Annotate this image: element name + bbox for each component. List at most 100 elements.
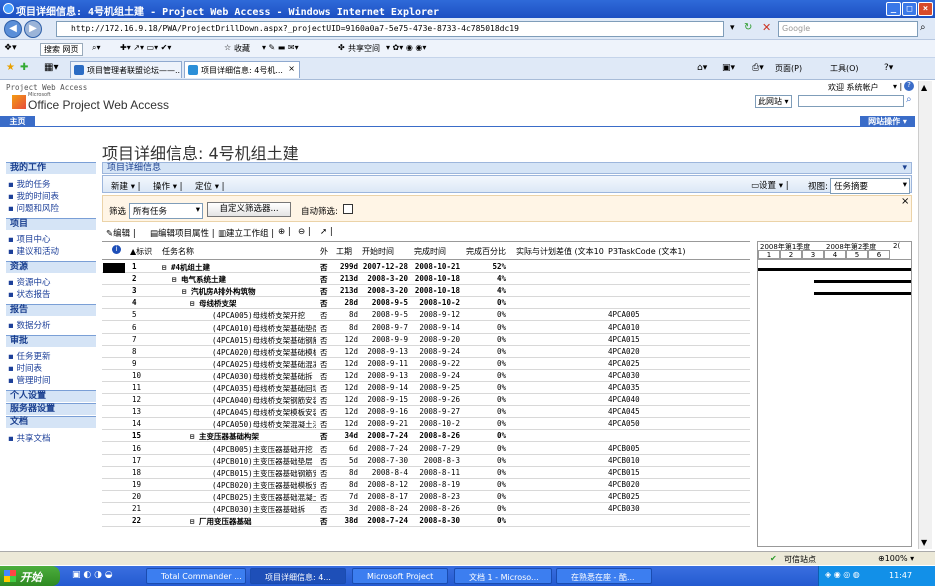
maximize-button[interactable]: □ xyxy=(902,2,917,16)
scroll-up-icon[interactable]: ▲ xyxy=(921,83,927,92)
col-duration[interactable]: 工期 xyxy=(336,246,352,257)
table-row[interactable]: 10 (4PCA030)母线桥支架基础拆否 12d 2008-9-13 2008-9-2… xyxy=(102,370,750,382)
zoom-out-icon[interactable]: ⊖ | xyxy=(298,227,311,237)
table-row[interactable]: 18 (4PCB015)主变压器基础钢筋安否 8d 2008-8-4 2008-8-11… xyxy=(102,467,750,479)
close-filter-icon[interactable]: × xyxy=(901,196,909,207)
goto-menu[interactable]: 定位 ▾ | xyxy=(195,180,225,192)
taskbar-ie[interactable]: 项目详细信息: 4... xyxy=(250,568,346,584)
zoom-in-icon[interactable]: ⊕ | xyxy=(278,227,291,237)
taskbar-word[interactable]: 文档 1 - Microso... xyxy=(454,568,552,584)
table-row[interactable]: 22 ⊟ 厂用变压器基础否 38d 2008-7-24 2008-8-30 0% xyxy=(102,515,750,528)
nav-project-center[interactable]: ▪ 项目中心 xyxy=(8,233,50,245)
col-external[interactable]: 外 xyxy=(320,246,328,257)
page-menu[interactable]: 页面(P) xyxy=(775,63,802,74)
site-search-icon[interactable]: ⌕ xyxy=(906,94,912,105)
nav-issues-risks[interactable]: ▪ 问题和风险 xyxy=(8,202,59,214)
build-team-button[interactable]: ▥建立工作组 | xyxy=(218,227,274,239)
col-task-name[interactable]: 任务名称 xyxy=(162,246,194,257)
home-icon[interactable]: ⌂▾ xyxy=(697,63,707,73)
task-name[interactable]: (4PCA045)母线桥支架模板安装 xyxy=(212,407,316,418)
feeds-icon[interactable]: ▣▾ xyxy=(722,63,735,73)
table-row[interactable]: 5 (4PCA005)母线桥支架开挖否 8d 2008-9-5 2008-9-12 0% 4… xyxy=(102,309,750,322)
edit-button[interactable]: ✎编辑 | xyxy=(106,227,136,239)
nav-section-approvals[interactable]: 审批 xyxy=(6,335,96,347)
dropdown-icon[interactable]: ▾ xyxy=(730,23,735,33)
task-name[interactable]: (4PCA005)母线桥支架开挖 xyxy=(212,310,316,321)
favorites-star-icon[interactable]: ☆ xyxy=(224,43,231,52)
toolbar-icons-3[interactable]: ▾ ✿▾ ◉ ◉▾ xyxy=(386,43,426,52)
taskbar-total-commander[interactable]: Total Commander ... xyxy=(146,568,246,584)
url-input[interactable]: http://172.16.9.18/PWA/ProjectDrillDown.… xyxy=(56,21,724,37)
tab-forum[interactable]: 项目管理者联盟论坛——... xyxy=(70,61,182,78)
table-row[interactable]: 3 ⊟ 汽机房A排外构筑物否 213d 2008-3-20 2008-10-18 4% xyxy=(102,285,750,298)
row-selector[interactable] xyxy=(103,263,125,273)
col-finish[interactable]: 完成时间 xyxy=(414,246,446,257)
back-icon[interactable]: ◀ xyxy=(4,20,22,38)
task-name[interactable]: (4PCB025)主变压器基础混凝土 xyxy=(212,492,316,503)
task-name[interactable]: (4PCB030)主变压器基础拆 xyxy=(212,504,316,515)
table-row[interactable]: 9 (4PCA025)母线桥支架基础混凝否 12d 2008-9-11 2008-9-2… xyxy=(102,358,750,370)
table-row[interactable]: 6 (4PCA010)母线桥支架基础垫层否 8d 2008-9-7 2008-9-14 0… xyxy=(102,322,750,334)
table-row[interactable]: 7 (4PCA015)母线桥支架基础钢筋否 12d 2008-9-9 2008-9-20… xyxy=(102,334,750,346)
refresh-icon[interactable]: ↻ xyxy=(744,22,752,33)
table-row[interactable]: 21 (4PCB030)主变压器基础拆否 3d 2008-8-24 2008-8-26 0… xyxy=(102,503,750,515)
tray-icons[interactable]: ◈ ◉ ◎ ◍ xyxy=(825,570,860,579)
col-variance[interactable]: 实际与计划差值 (文本10) xyxy=(516,246,604,257)
home-tab[interactable]: 主页 xyxy=(0,116,35,127)
table-row[interactable]: 17 (4PCB010)主变压器基础垫层否 5d 2008-7-30 2008-8-3 0… xyxy=(102,455,750,467)
toolbar-logo-icon[interactable]: ❖▾ xyxy=(4,43,17,53)
nav-status-reports[interactable]: ▪ 状态报告 xyxy=(8,288,50,300)
table-row[interactable]: 20 (4PCB025)主变压器基础混凝土否 7d 2008-8-17 2008-8-2… xyxy=(102,491,750,503)
task-name[interactable]: (4PCA040)母线桥支架钢筋安装 xyxy=(212,395,316,406)
nav-section-resources[interactable]: 资源 xyxy=(6,261,96,273)
nav-section-personal-settings[interactable]: 个人设置 xyxy=(6,390,96,402)
task-name[interactable]: (4PCA030)母线桥支架基础拆 xyxy=(212,371,316,382)
quick-tabs-icon[interactable]: ▦▾ xyxy=(44,62,58,73)
table-row[interactable]: 14 (4PCA050)母线桥支架混凝土浇否 12d 2008-9-21 2008-10… xyxy=(102,418,750,431)
taskbar-kugou[interactable]: 在熟悉在座 - 酷... xyxy=(556,568,652,584)
task-name[interactable]: (4PCB020)主变压器基础模板安 xyxy=(212,480,316,491)
quick-launch-icons[interactable]: ▣ ◐ ◑ ◒ xyxy=(72,570,113,580)
nav-section-reporting[interactable]: 报告 xyxy=(6,304,96,316)
table-row[interactable]: 8 (4PCA020)母线桥支架基础模板否 12d 2008-9-13 2008-9-2… xyxy=(102,346,750,358)
nav-admin-time[interactable]: ▪ 管理时间 xyxy=(8,374,50,386)
scope-select[interactable]: 此网站 ▾ xyxy=(755,95,792,108)
help-circle-icon[interactable]: ? xyxy=(904,81,914,91)
start-button[interactable]: 开始 xyxy=(0,566,60,586)
table-row[interactable]: 16 (4PCB005)主变压器基础开挖否 6d 2008-7-24 2008-7-29… xyxy=(102,443,750,455)
actions-menu[interactable]: 操作 ▾ | xyxy=(153,180,183,192)
nav-shared-docs[interactable]: ▪ 共享文档 xyxy=(8,432,50,444)
search-go-icon[interactable]: ⌕▾ xyxy=(92,43,101,53)
col-id[interactable]: ▲标识 xyxy=(130,246,152,257)
scroll-to-task-icon[interactable]: ➚ | xyxy=(320,227,333,237)
task-name[interactable]: ⊟ 主变压器基础构架 xyxy=(190,431,316,442)
task-name[interactable]: ⊟ 母线桥支架 xyxy=(190,298,316,309)
view-select[interactable]: 任务摘要 ▾ xyxy=(830,178,910,194)
tools-menu[interactable]: 工具(O) xyxy=(830,63,859,74)
col-start[interactable]: 开始时间 xyxy=(362,246,394,257)
table-row[interactable]: 2 ⊟ 电气系统土建否 213d 2008-3-20 2008-10-18 4% xyxy=(102,273,750,286)
favorites-button[interactable]: 收藏 xyxy=(234,43,250,54)
forward-icon[interactable]: ▶ xyxy=(24,20,42,38)
task-name[interactable]: (4PCA025)母线桥支架基础混凝 xyxy=(212,359,316,370)
nav-timesheets[interactable]: ▪ 时间表 xyxy=(8,362,42,374)
table-row[interactable]: 15 ⊟ 主变压器基础构架否 34d 2008-7-24 2008-8-26 0% xyxy=(102,430,750,443)
close-button[interactable]: × xyxy=(918,2,933,16)
tab-close-icon[interactable]: × xyxy=(288,64,295,73)
edit-project-props-button[interactable]: ▤编辑项目属性 | xyxy=(150,227,215,239)
collapse-icon[interactable]: ▾ xyxy=(902,163,907,173)
welcome-menu[interactable]: 欢迎 系统帐户 xyxy=(828,82,879,93)
taskbar-project[interactable]: Microsoft Project xyxy=(352,568,448,584)
site-search-input[interactable] xyxy=(798,95,904,107)
table-row[interactable]: 1 ⊟ #4机组土建否 299d 2007-12-28 2008-10-21 52% xyxy=(102,261,750,273)
nav-section-projects[interactable]: 项目 xyxy=(6,218,96,230)
nav-section-documents[interactable]: 文档 xyxy=(6,416,96,428)
nav-task-updates[interactable]: ▪ 任务更新 xyxy=(8,350,50,362)
settings-menu[interactable]: ▭设置 ▾ | xyxy=(751,179,789,191)
nav-my-tasks[interactable]: ▪ 我的任务 xyxy=(8,178,50,190)
favorites-center-icon[interactable]: ★ xyxy=(6,62,15,73)
nav-section-server-settings[interactable]: 服务器设置 xyxy=(6,403,96,415)
table-row[interactable]: 13 (4PCA045)母线桥支架模板安装否 12d 2008-9-16 2008-9-… xyxy=(102,406,750,419)
help-icon[interactable]: ?▾ xyxy=(884,63,893,73)
scroll-down-icon[interactable]: ▼ xyxy=(921,538,927,547)
